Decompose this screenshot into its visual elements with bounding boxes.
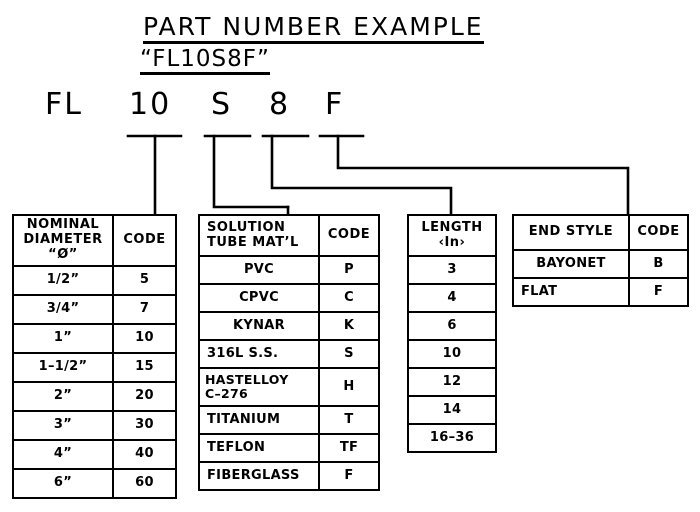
cell-length: 16–36 bbox=[407, 423, 497, 453]
header-end-style: END STYLE bbox=[512, 214, 630, 251]
cell-code: C bbox=[318, 283, 380, 313]
cell-code: 60 bbox=[112, 468, 177, 499]
table-row: 3” 30 bbox=[12, 410, 177, 441]
table-row: 12 bbox=[407, 367, 497, 397]
table-row: 6” 60 bbox=[12, 468, 177, 499]
cell-length: 14 bbox=[407, 395, 497, 425]
table-row: 16–36 bbox=[407, 423, 497, 453]
cell-code: 7 bbox=[112, 294, 177, 325]
table-row: 10 bbox=[407, 339, 497, 369]
cell-code: H bbox=[318, 367, 380, 407]
page-subtitle-part-number: “FL10S8F” bbox=[140, 47, 270, 76]
table-row: TITANIUM T bbox=[198, 405, 380, 435]
cell-diameter: 1/2” bbox=[12, 265, 114, 296]
cell-code: P bbox=[318, 255, 380, 285]
table-row: 4” 40 bbox=[12, 439, 177, 470]
cell-material: PVC bbox=[198, 255, 320, 285]
cell-length: 12 bbox=[407, 367, 497, 397]
cell-code: B bbox=[628, 249, 689, 279]
cell-code: TF bbox=[318, 433, 380, 463]
cell-code: 15 bbox=[112, 352, 177, 383]
header-length: LENGTH ‹In› bbox=[407, 214, 497, 257]
cell-length: 6 bbox=[407, 311, 497, 341]
header-end-style-code: CODE bbox=[628, 214, 689, 251]
cell-material: 316L S.S. bbox=[198, 339, 320, 369]
cell-material: KYNAR bbox=[198, 311, 320, 341]
cell-length: 10 bbox=[407, 339, 497, 369]
part-segment-prefix: FL bbox=[45, 87, 83, 122]
cell-code: S bbox=[318, 339, 380, 369]
table-row: FLAT F bbox=[512, 277, 689, 307]
table-row: HASTELLOY C–276 H bbox=[198, 367, 380, 407]
part-number-example-diagram: PART NUMBER EXAMPLE “FL10S8F” FL 10 S 8 … bbox=[0, 0, 700, 512]
table-row: 1” 10 bbox=[12, 323, 177, 354]
table-row: KYNAR K bbox=[198, 311, 380, 341]
cell-material: FIBERGLASS bbox=[198, 461, 320, 491]
cell-code: 40 bbox=[112, 439, 177, 470]
page-title: PART NUMBER EXAMPLE bbox=[143, 13, 484, 45]
table-header-row: SOLUTION TUBE MAT’L CODE bbox=[198, 214, 380, 257]
cell-material: TITANIUM bbox=[198, 405, 320, 435]
header-solution-tube: SOLUTION TUBE MAT’L bbox=[198, 214, 320, 257]
cell-material: TEFLON bbox=[198, 433, 320, 463]
cell-diameter: 2” bbox=[12, 381, 114, 412]
cell-code: F bbox=[628, 277, 689, 307]
table-row: TEFLON TF bbox=[198, 433, 380, 463]
cell-code: T bbox=[318, 405, 380, 435]
cell-diameter: 3” bbox=[12, 410, 114, 441]
table-row: 3 bbox=[407, 255, 497, 285]
cell-diameter: 1” bbox=[12, 323, 114, 354]
part-segment-solution-tube-material: S bbox=[211, 87, 233, 122]
cell-code: 20 bbox=[112, 381, 177, 412]
cell-code: 5 bbox=[112, 265, 177, 296]
cell-diameter: 1–1/2” bbox=[12, 352, 114, 383]
cell-code: K bbox=[318, 311, 380, 341]
part-segment-length: 8 bbox=[269, 87, 291, 122]
part-segment-nominal-diameter: 10 bbox=[129, 87, 172, 122]
part-segment-end-style: F bbox=[325, 87, 345, 122]
table-header-row: NOMINAL DIAMETER “Ø” CODE bbox=[12, 214, 177, 267]
table-header-row: LENGTH ‹In› bbox=[407, 214, 497, 257]
table-header-row: END STYLE CODE bbox=[512, 214, 689, 251]
table-row: PVC P bbox=[198, 255, 380, 285]
cell-end-style: FLAT bbox=[512, 277, 630, 307]
cell-code: 10 bbox=[112, 323, 177, 354]
cell-length: 3 bbox=[407, 255, 497, 285]
table-solution-tube-material: SOLUTION TUBE MAT’L CODE PVC P CPVC C KY… bbox=[198, 214, 380, 491]
cell-code: F bbox=[318, 461, 380, 491]
leader-line-solution-tube-a bbox=[212, 134, 290, 209]
cell-diameter: 3/4” bbox=[12, 294, 114, 325]
table-row: 4 bbox=[407, 283, 497, 313]
leader-line-length bbox=[270, 134, 453, 216]
table-row: CPVC C bbox=[198, 283, 380, 313]
leader-line-end-style bbox=[336, 134, 630, 216]
table-row: 14 bbox=[407, 395, 497, 425]
table-row: FIBERGLASS F bbox=[198, 461, 380, 491]
header-nominal-diameter: NOMINAL DIAMETER “Ø” bbox=[12, 214, 114, 267]
cell-length: 4 bbox=[407, 283, 497, 313]
table-row: 316L S.S. S bbox=[198, 339, 380, 369]
cell-code: 30 bbox=[112, 410, 177, 441]
table-row: 3/4” 7 bbox=[12, 294, 177, 325]
table-end-style: END STYLE CODE BAYONET B FLAT F bbox=[512, 214, 689, 307]
table-row: 6 bbox=[407, 311, 497, 341]
cell-material: CPVC bbox=[198, 283, 320, 313]
table-nominal-diameter: NOMINAL DIAMETER “Ø” CODE 1/2” 5 3/4” 7 … bbox=[12, 214, 177, 499]
cell-diameter: 4” bbox=[12, 439, 114, 470]
table-row: 1–1/2” 15 bbox=[12, 352, 177, 383]
table-length: LENGTH ‹In› 3 4 6 10 12 14 16–36 bbox=[407, 214, 497, 453]
table-row: 1/2” 5 bbox=[12, 265, 177, 296]
cell-end-style: BAYONET bbox=[512, 249, 630, 279]
header-nominal-diameter-code: CODE bbox=[112, 214, 177, 267]
cell-diameter: 6” bbox=[12, 468, 114, 499]
header-solution-tube-code: CODE bbox=[318, 214, 380, 257]
table-row: BAYONET B bbox=[512, 249, 689, 279]
table-row: 2” 20 bbox=[12, 381, 177, 412]
cell-material: HASTELLOY C–276 bbox=[198, 367, 320, 407]
